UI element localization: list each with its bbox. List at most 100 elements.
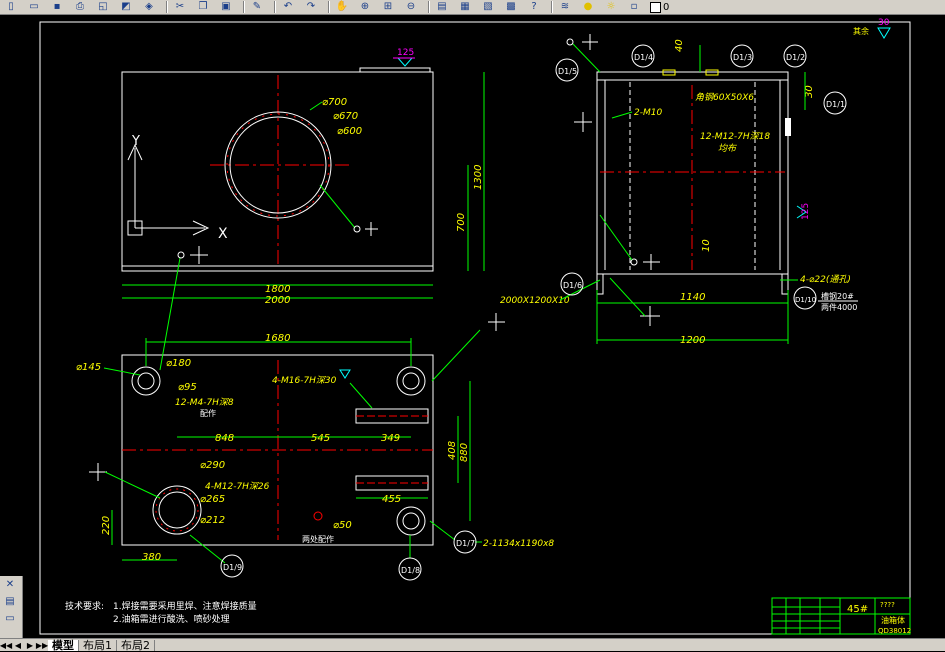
notes-title: 技术要求: [65, 600, 104, 612]
paste-icon[interactable]: ▣ [217, 0, 235, 14]
toolbar-separator [551, 1, 553, 13]
tb-drawing-no: QD38012 [878, 627, 911, 635]
layer-icon[interactable]: ≋ [556, 0, 574, 14]
bulb-icon[interactable]: ● [579, 0, 597, 14]
new-icon[interactable]: ▯ [2, 0, 20, 14]
lock-icon[interactable]: ▫ [625, 0, 643, 14]
toolbar-separator [243, 1, 245, 13]
dim-1300: 1300 [473, 165, 484, 190]
callout-d1-4-label: D1/4 [634, 53, 653, 62]
dim-1200: 1200 [680, 335, 705, 346]
label-phi670: ⌀670 [333, 111, 358, 122]
properties-icon[interactable]: ▤ [433, 0, 451, 14]
tb-name: 油箱体 [881, 615, 905, 625]
dim-220: 220 [101, 516, 112, 535]
label-phi290: ⌀290 [200, 460, 225, 471]
side-boss [785, 118, 791, 136]
roughness-125-top: 125 [397, 48, 414, 58]
label-phi212: ⌀212 [200, 515, 225, 526]
label-phi95: ⌀95 [178, 382, 197, 393]
toolbar-separator [274, 1, 276, 13]
dim-30: 30 [804, 85, 815, 98]
tb-part-no: 45# [847, 604, 868, 615]
help-icon[interactable]: ? [525, 0, 543, 14]
label-2m10: 2-M10 [634, 108, 662, 118]
label-m16: 4-M16-7H深30 [272, 375, 337, 386]
notes-line1: 1.焊接需要采用里焊、注意焊接质量 [113, 600, 257, 612]
preview-icon[interactable]: ◱ [94, 0, 112, 14]
tab-next-button[interactable]: ▶ [24, 640, 36, 651]
tab-prev-button[interactable]: ◀ [12, 640, 24, 651]
plot-icon[interactable]: ◈ [140, 0, 158, 14]
copy-icon[interactable]: ❐ [194, 0, 212, 14]
publish-icon[interactable]: ◩ [117, 0, 135, 14]
label-peizuo: 配作 [200, 408, 216, 418]
matchprop-icon[interactable]: ✎ [248, 0, 266, 14]
tab-layout1[interactable]: 布局1 [79, 639, 117, 651]
toolpalette-icon[interactable]: ▧ [479, 0, 497, 14]
ucs-y-label: Y [131, 134, 140, 149]
toolbar-separator [328, 1, 330, 13]
dim-1800: 1800 [265, 284, 290, 295]
dim-700: 700 [456, 213, 467, 232]
standard-toolbar: ▯ ▭ ▪ ⎙ ◱ ◩ ◈ ✂ ❐ ▣ ✎ ↶ ↷ ✋ ⊕ ⊞ ⊖ ▤ ▦ ▧ ▩? ≋ ● ☼ ▫ 0 [0, 0, 945, 15]
label-plate: 2000X1200X10 [500, 296, 570, 306]
notes-line2: 2.油箱需进行酸洗、喷砂处理 [113, 613, 230, 625]
label-other: 其余 [853, 26, 869, 36]
label-outlet: 两处配作 [302, 534, 334, 544]
roughness-125-side: 125 [801, 203, 811, 220]
sun-icon[interactable]: ☼ [602, 0, 620, 14]
save-icon[interactable]: ▪ [48, 0, 66, 14]
dim-380: 380 [142, 552, 161, 563]
roughness-30: 30 [878, 18, 890, 28]
redo-icon[interactable]: ↷ [302, 0, 320, 14]
callout-d1-5-label: D1/5 [558, 67, 577, 76]
callout-d1-7-label: D1/7 [456, 539, 475, 548]
label-angle-steel: 角钢60X50X6 [695, 92, 754, 103]
label-slot: 2-1134x1190x8 [483, 539, 554, 549]
dim-2000: 2000 [265, 295, 290, 306]
undo-icon[interactable]: ↶ [279, 0, 297, 14]
window-icon[interactable]: ▭ [2, 613, 18, 627]
callout-d1-10-label: D1/10 [795, 296, 816, 304]
toolbar-separator [166, 1, 168, 13]
layer-color-swatch[interactable] [650, 1, 661, 13]
zoom-realtime-icon[interactable]: ⊕ [356, 0, 374, 14]
calculator-icon[interactable]: ▩ [502, 0, 520, 14]
close-icon[interactable]: ✕ [2, 579, 18, 593]
label-even: 均布 [718, 143, 738, 154]
callout-d1-6-label: D1/6 [563, 281, 582, 290]
tb-code: ???? [880, 601, 895, 609]
dim-408: 408 [447, 441, 458, 460]
callout-d1-3-label: D1/3 [733, 53, 752, 62]
label-channel: 槽钢20# [821, 291, 854, 301]
open-icon[interactable]: ▭ [25, 0, 43, 14]
cut-icon[interactable]: ✂ [171, 0, 189, 14]
vertical-scrollbar[interactable] [918, 15, 945, 638]
tab-first-button[interactable]: ◀◀ [0, 640, 12, 651]
print-icon[interactable]: ⎙ [71, 0, 89, 14]
toolbar-separator [428, 1, 430, 13]
label-bolts: 12-M12-7H深18 [700, 131, 770, 142]
tab-layout2[interactable]: 布局2 [117, 639, 155, 651]
dim-545: 545 [311, 433, 330, 444]
pan-icon[interactable]: ✋ [333, 0, 351, 14]
dim-40: 40 [674, 39, 685, 52]
callout-d1-1-label: D1/1 [826, 100, 845, 109]
layout-tab-bar: ◀◀ ◀ ▶ ▶▶ 模型 布局1 布局2 [0, 638, 945, 651]
palette-icon[interactable]: ▤ [2, 596, 18, 610]
drawing-canvas[interactable]: 1800 2000 700 1300 ⌀700 ⌀670 ⌀600 125 Y … [22, 15, 918, 638]
tab-model[interactable]: 模型 [48, 639, 79, 651]
zoom-window-icon[interactable]: ⊞ [379, 0, 397, 14]
label-two-pieces: 两件4000 [821, 302, 857, 312]
current-layer-name[interactable]: 0 [663, 2, 669, 13]
tab-last-button[interactable]: ▶▶ [36, 640, 48, 651]
designcenter-icon[interactable]: ▦ [456, 0, 474, 14]
zoom-previous-icon[interactable]: ⊖ [402, 0, 420, 14]
left-toolbar: ✕ ▤ ▭ [0, 576, 23, 638]
callout-d1-9-label: D1/9 [223, 563, 242, 572]
label-phi50: ⌀50 [333, 520, 352, 531]
dim-1680: 1680 [265, 333, 290, 344]
label-phi180: ⌀180 [166, 358, 191, 369]
dim-349: 349 [381, 433, 400, 444]
